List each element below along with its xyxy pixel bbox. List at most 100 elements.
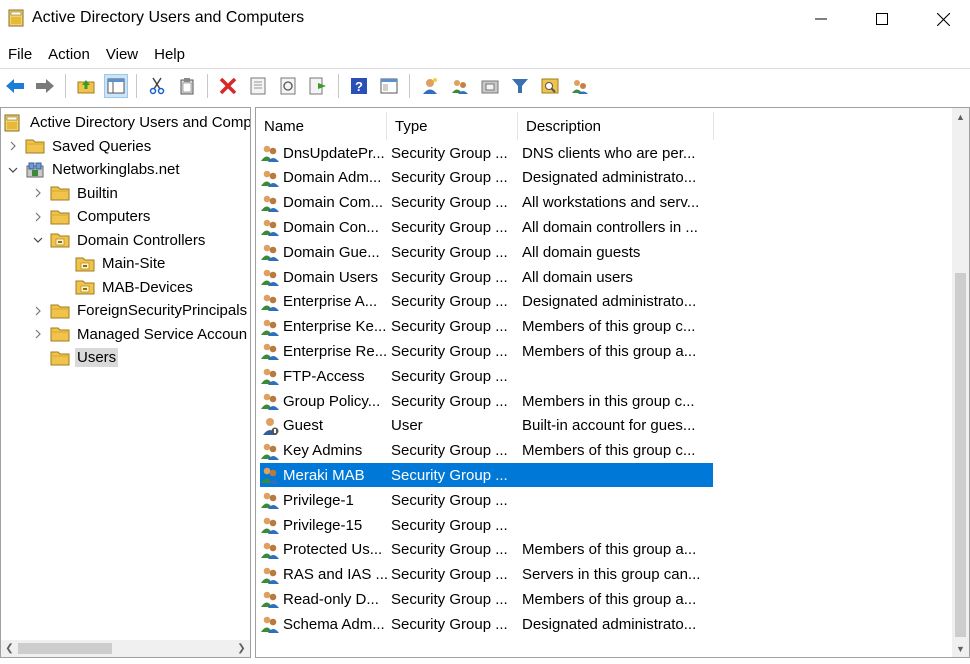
chevron-right-icon[interactable]: [31, 210, 45, 224]
description-cell: DNS clients who are per...: [522, 144, 696, 162]
console-button[interactable]: [377, 74, 401, 98]
menu-view[interactable]: View: [98, 46, 146, 63]
refresh-button[interactable]: [276, 74, 300, 98]
paste-button[interactable]: [175, 74, 199, 98]
tree-node-label: ForeignSecurityPrincipals: [77, 302, 248, 319]
list-item[interactable]: Domain Adm... Security Group ... Designate…: [260, 166, 713, 190]
tree-node[interactable]: Computers: [31, 205, 152, 228]
list-item[interactable]: Protected Us... Security Group ... Members…: [260, 538, 713, 562]
list-item[interactable]: Privilege-15 Security Group ...: [260, 513, 713, 537]
up-one-level-button[interactable]: [74, 74, 98, 98]
list-item[interactable]: Domain Con... Security Group ... All domai…: [260, 215, 713, 239]
properties-button[interactable]: [246, 74, 270, 98]
delete-button[interactable]: [216, 74, 240, 98]
tree-node[interactable]: Saved Queries: [6, 135, 153, 158]
list-item[interactable]: Read-only D... Security Group ... Members …: [260, 587, 713, 611]
back-button[interactable]: [3, 74, 27, 98]
tree-node[interactable]: Managed Service Accoun: [31, 323, 249, 346]
menu-bar: File Action View Help: [0, 40, 970, 68]
tree-node[interactable]: Users: [31, 346, 119, 369]
tree-horizontal-scrollbar[interactable]: ❮ ❯: [1, 640, 250, 657]
tree-node[interactable]: MAB-Devices: [56, 276, 195, 299]
list-item[interactable]: RAS and IAS ... Security Group ... Servers…: [260, 563, 713, 587]
list-item[interactable]: Domain Com... Security Group ... All works…: [260, 191, 713, 215]
scroll-down-icon[interactable]: ▼: [952, 640, 969, 657]
tree-node[interactable]: Domain Controllers: [31, 229, 207, 252]
security-group-icon: [260, 391, 283, 411]
cut-button[interactable]: [145, 74, 169, 98]
tree-node[interactable]: Networkinglabs.net: [6, 158, 182, 181]
close-button[interactable]: [912, 0, 970, 38]
maximize-button[interactable]: [851, 0, 913, 38]
scrollbar-thumb[interactable]: [18, 643, 112, 654]
list-item[interactable]: Domain Gue... Security Group ... All domai…: [260, 240, 713, 264]
scroll-left-icon[interactable]: ❮: [1, 640, 18, 657]
description-cell: Members of this group c...: [522, 442, 696, 460]
filter-button[interactable]: [508, 74, 532, 98]
list-item[interactable]: Privilege-1 Security Group ...: [260, 488, 713, 512]
name-cell: Privilege-15: [260, 513, 387, 537]
name-text: Domain Users: [283, 268, 379, 286]
list-item[interactable]: Schema Adm... Security Group ... Designate…: [260, 612, 713, 636]
column-header-type[interactable]: Type: [387, 112, 518, 140]
folder-icon: [50, 302, 70, 320]
type-cell: Security Group ...: [391, 367, 508, 385]
list-item[interactable]: Key Admins Security Group ... Members of t…: [260, 439, 713, 463]
name-text: Privilege-1: [283, 491, 354, 509]
help-button[interactable]: ?: [347, 74, 371, 98]
list-item[interactable]: Enterprise Ke... Security Group ... Member…: [260, 315, 713, 339]
tree-node[interactable]: ForeignSecurityPrincipals: [31, 299, 249, 322]
add-to-group-button[interactable]: [568, 74, 592, 98]
list-item[interactable]: Guest User Built-in account for gues...: [260, 414, 713, 438]
tree-node[interactable]: Builtin: [31, 182, 120, 205]
list-vertical-scrollbar[interactable]: ▲ ▼: [952, 108, 969, 657]
close-icon: [936, 12, 950, 26]
new-ou-button[interactable]: [478, 74, 502, 98]
list-item[interactable]: DnsUpdatePr... Security Group ... DNS clie…: [260, 141, 713, 165]
show-console-tree-button[interactable]: [104, 74, 128, 98]
tree-node-label: Builtin: [77, 184, 118, 202]
list-item[interactable]: Enterprise A... Security Group ... Designa…: [260, 290, 713, 314]
list-item[interactable]: Domain Users Security Group ... All domain…: [260, 265, 713, 289]
name-text: Domain Com...: [283, 194, 384, 212]
tree-node[interactable]: Main-Site: [56, 252, 167, 275]
chevron-right-icon[interactable]: [6, 139, 20, 153]
refresh-icon: [280, 77, 296, 95]
column-header-description[interactable]: Description: [518, 112, 714, 140]
cut-icon: [149, 77, 165, 95]
chevron-down-icon[interactable]: [31, 233, 45, 247]
scroll-up-icon[interactable]: ▲: [952, 108, 969, 125]
description-cell: Designated administrato...: [522, 293, 697, 311]
toolbar-separator: [136, 74, 137, 98]
name-cell: Domain Con...: [260, 215, 387, 239]
list-item[interactable]: FTP-Access Security Group ...: [260, 364, 713, 388]
list-item[interactable]: Group Policy... Security Group ... Members…: [260, 389, 713, 413]
chevron-right-icon[interactable]: [31, 304, 45, 318]
new-group-button[interactable]: [448, 74, 472, 98]
new-user-button[interactable]: [418, 74, 442, 98]
tree-node[interactable]: Active Directory Users and Comp: [3, 111, 250, 134]
chevron-down-icon[interactable]: [6, 163, 20, 177]
aduc-app-icon[interactable]: [7, 9, 25, 27]
scrollbar-thumb[interactable]: [955, 273, 966, 637]
minimize-button[interactable]: [790, 0, 852, 38]
menu-file[interactable]: File: [0, 46, 40, 63]
menu-help[interactable]: Help: [146, 46, 193, 63]
find-button[interactable]: [538, 74, 562, 98]
export-list-button[interactable]: [306, 74, 330, 98]
list-item[interactable]: Enterprise Re... Security Group ... Member…: [260, 339, 713, 363]
new-group-icon: [452, 80, 468, 94]
type-cell: Security Group ...: [391, 566, 508, 584]
type-cell: Security Group ...: [391, 243, 508, 261]
name-cell: Domain Users: [260, 265, 387, 289]
details-pane: Name Type Description DnsUpdatePr... Secu…: [255, 107, 970, 658]
menu-action[interactable]: Action: [40, 46, 98, 63]
chevron-right-icon[interactable]: [31, 186, 45, 200]
up-folder-icon: [77, 80, 95, 94]
list-item[interactable]: Meraki MAB Security Group ...: [260, 463, 713, 488]
forward-button[interactable]: [33, 74, 57, 98]
scroll-right-icon[interactable]: ❯: [233, 640, 250, 657]
column-header-name[interactable]: Name: [256, 112, 387, 140]
name-text: Guest: [283, 417, 324, 435]
chevron-right-icon[interactable]: [31, 327, 45, 341]
